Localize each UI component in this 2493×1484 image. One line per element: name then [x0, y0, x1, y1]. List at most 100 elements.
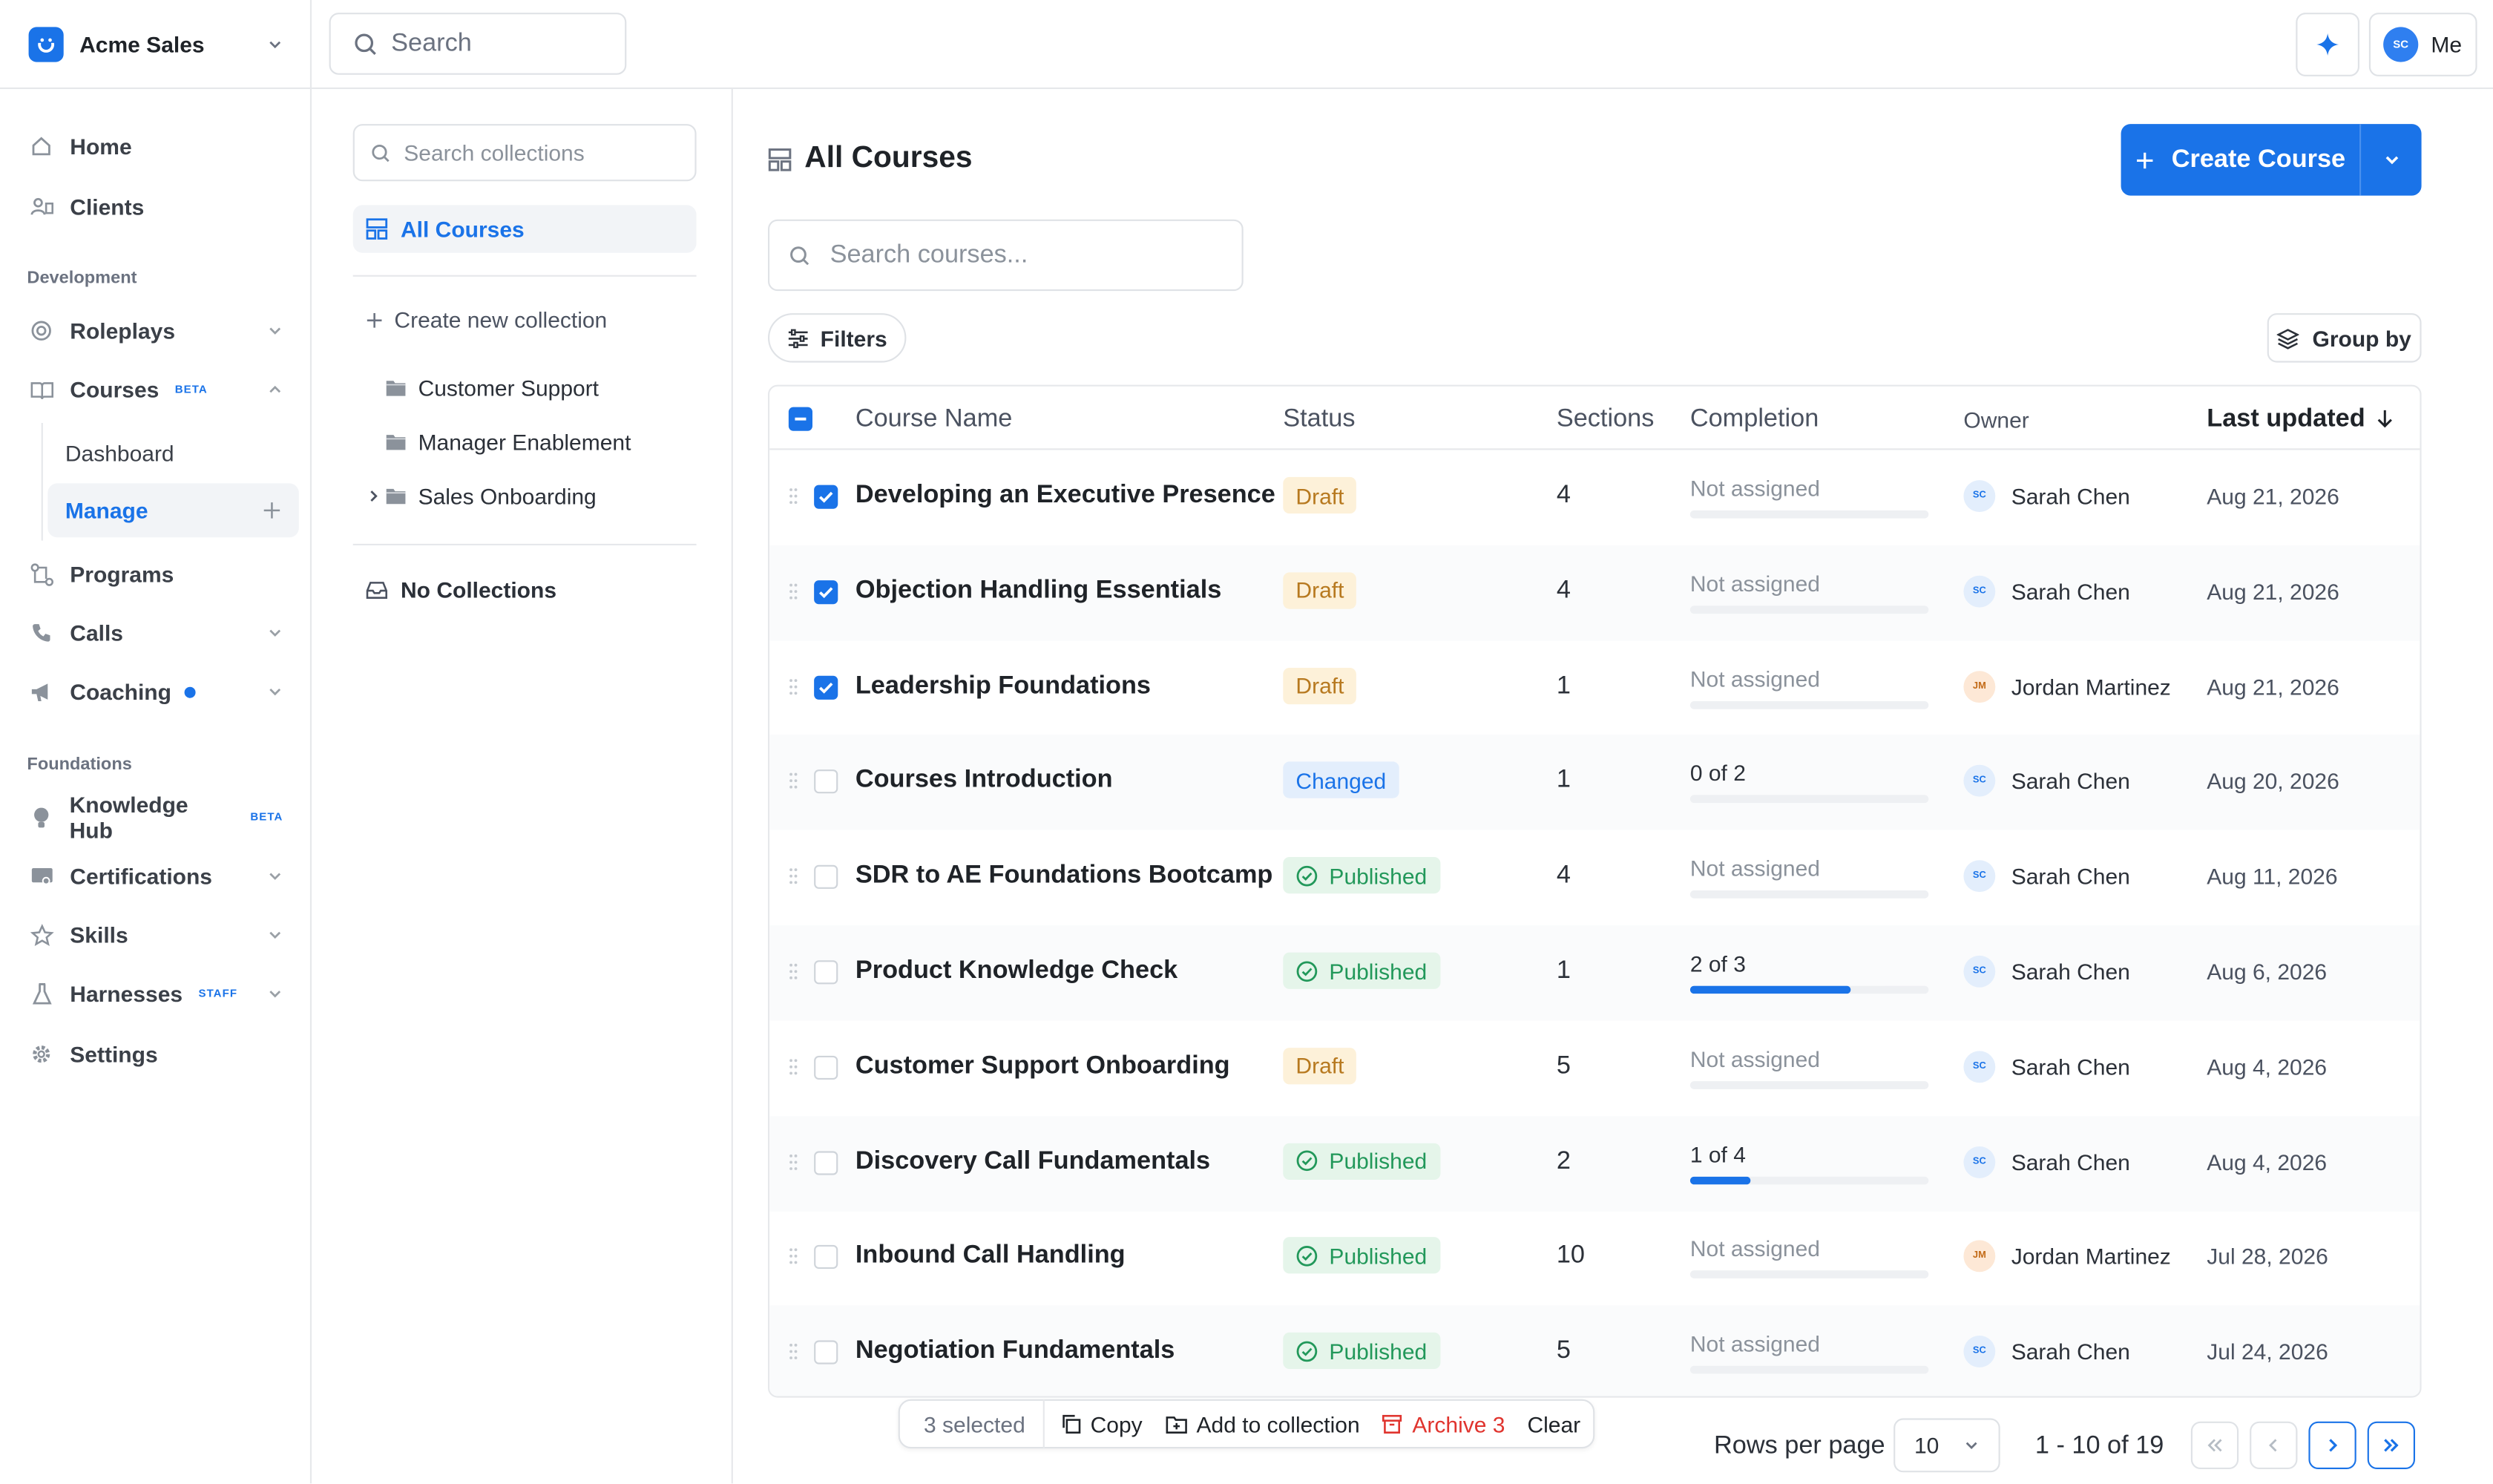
sidebar-item-label: Coaching [70, 679, 171, 705]
arrow-down-icon[interactable] [2374, 407, 2396, 430]
org-switcher[interactable]: Acme Sales [0, 0, 312, 89]
course-name[interactable]: SDR to AE Foundations Bootcamp [855, 862, 1273, 891]
rows-per-page-select[interactable]: 10 [1893, 1418, 2000, 1473]
drag-handle-icon[interactable] [789, 1247, 798, 1267]
select-all-checkbox[interactable] [788, 407, 812, 431]
row-checkbox[interactable] [814, 1150, 838, 1175]
course-name[interactable]: Discovery Call Fundamentals [855, 1147, 1210, 1176]
sidebar-item-settings[interactable]: Settings [13, 1028, 299, 1080]
table-row[interactable]: Negotiation Fundamentals Published 5 Not as… [769, 1305, 2420, 1396]
create-course-button[interactable]: Create Course [2121, 124, 2362, 196]
drag-handle-icon[interactable] [789, 1152, 798, 1172]
row-checkbox[interactable] [814, 1340, 838, 1365]
sidebar-item-harnesses[interactable]: Harnesses STAFF [13, 968, 299, 1020]
collection-folder[interactable]: Manager Enablement [385, 430, 631, 455]
table-row[interactable]: Product Knowledge Check Published 1 2 of 3 S… [769, 925, 2420, 1021]
row-checkbox[interactable] [814, 960, 838, 985]
next-page-button[interactable] [2308, 1421, 2356, 1469]
course-name[interactable]: Courses Introduction [855, 767, 1113, 796]
row-checkbox[interactable] [814, 580, 838, 604]
row-checkbox[interactable] [814, 485, 838, 509]
drag-handle-icon[interactable] [789, 962, 798, 981]
add-to-collection-button[interactable]: Add to collection [1154, 1411, 1371, 1437]
course-name[interactable]: Objection Handling Essentials [855, 577, 1221, 605]
last-updated: Aug 21, 2026 [2207, 483, 2339, 509]
create-collection-button[interactable]: Create new collection [366, 307, 607, 332]
course-name[interactable]: Leadership Foundations [855, 672, 1151, 701]
filters-button[interactable]: Filters [768, 313, 907, 363]
column-header-completion[interactable]: Completion [1690, 405, 1819, 434]
table-row[interactable]: SDR to AE Foundations Bootcamp Published 4… [769, 830, 2420, 926]
collection-folder[interactable]: Customer Support [385, 375, 599, 401]
drag-handle-icon[interactable] [789, 772, 798, 791]
user-menu-button[interactable]: SC Me [2368, 13, 2477, 76]
table-row[interactable]: Developing an Executive Presence Draft 4 No… [769, 450, 2420, 545]
drag-handle-icon[interactable] [789, 1342, 798, 1362]
sidebar-item-knowledge-hub[interactable]: Knowledge Hub BETA [13, 792, 299, 843]
column-header-updated[interactable]: Last updated [2207, 405, 2365, 434]
drag-handle-icon[interactable] [789, 582, 798, 601]
row-checkbox[interactable] [814, 674, 838, 699]
course-name[interactable]: Customer Support Onboarding [855, 1052, 1230, 1081]
course-name[interactable]: Negotiation Fundamentals [855, 1338, 1175, 1367]
table-row[interactable]: Discovery Call Fundamentals Published 2 1 o… [769, 1115, 2420, 1211]
create-course-dropdown[interactable] [2361, 124, 2421, 195]
sidebar-subitem-manage[interactable]: Manage [47, 483, 299, 538]
course-name[interactable]: Inbound Call Handling [855, 1242, 1126, 1271]
table-row[interactable]: Courses Introduction Changed 1 0 of 2 SC Sara… [769, 735, 2420, 831]
last-page-button[interactable] [2367, 1421, 2415, 1469]
sidebar-item-certifications[interactable]: Certifications [13, 850, 299, 902]
drag-handle-icon[interactable] [789, 677, 798, 696]
courses-table: Course Name Status Sections Completion O… [768, 384, 2422, 1398]
copy-button[interactable]: Copy [1044, 1411, 1153, 1437]
sidebar-item-coaching[interactable]: Coaching [13, 666, 299, 718]
row-checkbox[interactable] [814, 1245, 838, 1270]
sidebar-item-home[interactable]: Home [13, 121, 299, 172]
collections-search-input[interactable]: Search collections [352, 124, 697, 182]
first-page-button[interactable] [2190, 1421, 2239, 1469]
sidebar-item-calls[interactable]: Calls [13, 608, 299, 659]
owner: SC Sarah Chen [1963, 1050, 2130, 1083]
course-name[interactable]: Product Knowledge Check [855, 957, 1177, 986]
global-search-input[interactable]: Search [329, 13, 627, 75]
owner-name: Sarah Chen [2011, 959, 2130, 985]
no-collections-filter[interactable]: No Collections [366, 577, 556, 603]
table-row[interactable]: Customer Support Onboarding Draft 5 Not ass… [769, 1020, 2420, 1116]
previous-page-button[interactable] [2250, 1421, 2298, 1469]
sidebar-item-courses[interactable]: Courses BETA [13, 364, 299, 416]
group-by-button[interactable]: Group by [2267, 313, 2422, 363]
last-updated: Aug 21, 2026 [2207, 578, 2339, 604]
column-header-status[interactable]: Status [1283, 405, 1355, 434]
column-header-name[interactable]: Course Name [855, 405, 1013, 434]
plus-icon[interactable] [263, 501, 282, 520]
divider [352, 543, 697, 545]
drag-handle-icon[interactable] [789, 1057, 798, 1077]
sidebar-item-programs[interactable]: Programs [13, 548, 299, 600]
table-row[interactable]: Inbound Call Handling Published 10 Not assi… [769, 1211, 2420, 1307]
ai-assistant-button[interactable] [2296, 13, 2359, 76]
table-row[interactable]: Objection Handling Essentials Draft 4 Not a… [769, 545, 2420, 641]
row-checkbox[interactable] [814, 865, 838, 890]
column-header-owner[interactable]: Owner [1963, 407, 2029, 433]
clear-selection-button[interactable]: Clear [1516, 1411, 1592, 1437]
drag-handle-icon[interactable] [789, 867, 798, 886]
drag-handle-icon[interactable] [789, 487, 798, 506]
status-label: Draft [1295, 577, 1344, 603]
sidebar-item-roleplays[interactable]: Roleplays [13, 305, 299, 356]
row-checkbox[interactable] [814, 1055, 838, 1080]
create-course-split-button: Create Course [2121, 124, 2422, 196]
submenu-guide-line [41, 423, 43, 541]
course-search-input[interactable]: Search courses... [768, 219, 1244, 292]
sidebar-item-skills[interactable]: Skills [13, 910, 299, 961]
row-checkbox[interactable] [814, 769, 838, 795]
archive-button[interactable]: Archive 3 [1371, 1411, 1517, 1437]
course-name[interactable]: Developing an Executive Presence [855, 482, 1275, 510]
sidebar-item-clients[interactable]: Clients [13, 181, 299, 232]
collection-folder[interactable]: Sales Onboarding [366, 483, 597, 509]
sidebar-subitem-dashboard[interactable]: Dashboard [47, 426, 299, 480]
column-header-sections[interactable]: Sections [1557, 405, 1655, 434]
completion-bar [1689, 1366, 1929, 1374]
table-row[interactable]: Leadership Foundations Draft 1 Not assigned… [769, 640, 2420, 736]
chevron-right-icon[interactable] [366, 488, 381, 504]
collection-all-courses[interactable]: All Courses [352, 205, 697, 253]
